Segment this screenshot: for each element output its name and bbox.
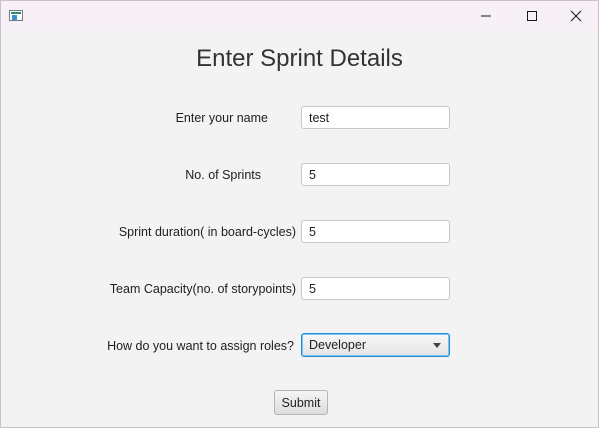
roles-dropdown[interactable]: Developer [301,333,450,357]
chevron-down-icon [433,343,441,348]
sprints-input[interactable] [301,163,450,186]
capacity-input[interactable] [301,277,450,300]
sprints-label: No. of Sprints [185,168,261,182]
name-input[interactable] [301,106,450,129]
name-label: Enter your name [175,111,268,125]
maximize-icon [527,11,537,21]
page-title: Enter Sprint Details [196,45,403,72]
duration-input[interactable] [301,220,450,243]
minimize-button[interactable] [463,1,509,31]
minimize-icon [481,15,491,17]
java-app-icon [9,10,23,21]
app-window: Enter Sprint Details Enter your name No.… [0,0,599,428]
title-bar [1,1,598,31]
roles-label: How do you want to assign roles? [107,339,294,353]
close-button[interactable] [553,1,599,31]
close-icon [570,10,582,22]
capacity-label: Team Capacity(no. of storypoints) [109,282,296,296]
duration-label: Sprint duration( in board-cycles) [118,225,296,239]
roles-selected-value: Developer [309,338,366,352]
maximize-button[interactable] [509,1,555,31]
submit-button[interactable]: Submit [274,390,328,415]
